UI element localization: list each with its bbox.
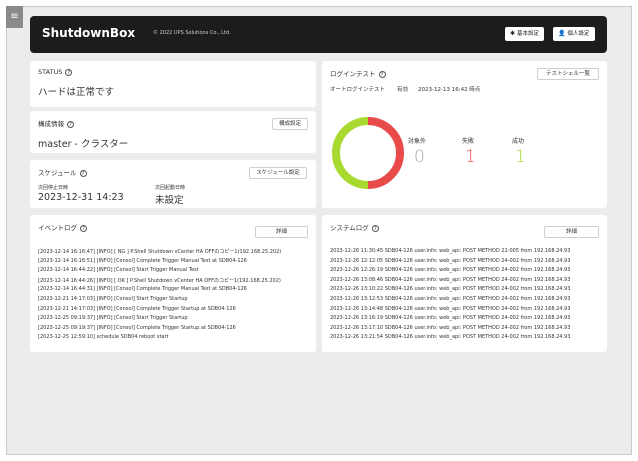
log-line: 2023-12-26 13:08:46 SDB04-126 user.info:… [330,276,571,283]
event-log-title: イベントログ? [38,222,87,232]
stat-label-failed: 失敗 [462,138,475,145]
login-test-title-text: ログインテスト [330,70,376,78]
donut-slice-success [332,117,369,189]
log-line: 2023-12-26 13:10:22 SDB04-126 user.info:… [330,286,571,293]
log-line: 2023-12-26 12:12:05 SDB04-126 user.info:… [330,257,571,264]
app-logo: ShutdownBox [42,26,136,40]
next-start-value: 未設定 [155,195,184,206]
system-log-card: システムログ? 詳細 2023-12-26 11:30:45 SDB04-126… [322,215,607,352]
help-icon[interactable]: ? [79,170,87,177]
stat-value-excluded: 0 [414,147,425,167]
log-line: 2023-12-26 12:26:19 SDB04-126 user.info:… [330,267,571,274]
log-line: [2023-12-25 12:59:10] schedule SDB04 reb… [38,334,169,341]
login-test-card: ログインテスト? テストシェル一覧 オートログインテスト 有効 2023-12-… [322,61,607,208]
auto-login-test-state: 有効 [397,87,409,93]
auto-login-test-time: 2023-12-13 16:42 時点 [418,87,481,93]
config-settings-button[interactable]: 構成設定 [272,118,308,130]
log-line: [2023-12-14 16:16:51] [INFO] [Consol] Co… [38,257,247,264]
login-result-donut [332,117,404,189]
user-icon: 👤 [558,30,566,37]
log-line: 2023-12-26 13:14:48 SDB04-126 user.info:… [330,305,571,312]
auto-login-test-label: オートログインテスト [330,87,386,93]
stat-value-success: 1 [515,147,526,167]
log-line: 2023-12-26 11:30:45 SDB04-126 user.info:… [330,248,571,254]
personal-settings-button[interactable]: 👤 個人設定 [553,27,595,41]
log-line: 2023-12-26 13:12:53 SDB04-126 user.info:… [330,296,571,302]
system-log-title-text: システムログ [330,224,369,232]
schedule-title-text: スケジュール [38,169,77,177]
event-log-title-text: イベントログ [38,224,77,232]
system-log-detail-button[interactable]: 詳細 [544,226,599,238]
status-text: ハードは正常です [38,87,115,98]
menu-toggle-icon[interactable]: ≡ [6,6,23,28]
log-line: 2023-12-26 13:17:10 SDB04-126 user.info:… [330,324,571,331]
help-icon[interactable]: ? [80,225,87,232]
help-icon[interactable]: ? [65,69,73,76]
stat-label-excluded: 対象外 [408,138,427,145]
basic-settings-button[interactable]: ✱ 基本設定 [505,27,545,41]
config-title: 構成情報? [38,118,74,128]
log-line: [2023-12-25 09:19:37] [INFO] [Consol] St… [38,315,188,322]
config-card: 構成情報? 構成設定 master - クラスター [30,111,316,153]
help-icon[interactable]: ? [378,71,386,78]
schedule-settings-button[interactable]: スケジュール設定 [249,167,307,179]
stat-value-failed: 1 [465,147,476,167]
log-line: 2023-12-26 13:16:19 SDB04-126 user.info:… [330,315,571,322]
event-log-card: イベントログ? 詳細 [2023-12-14 16:16:47] [INFO] … [30,215,316,352]
test-shell-list-button[interactable]: テストシェル一覧 [537,68,599,80]
next-start-label: 次回起動日時 [155,185,186,191]
gear-icon: ✱ [510,30,516,37]
help-icon[interactable]: ? [67,121,74,128]
personal-settings-label: 個人設定 [567,31,590,37]
basic-settings-label: 基本設定 [517,31,540,37]
copyright-text: © 2022 UPS Solutions Co., Ltd. [153,30,231,36]
event-log-detail-button[interactable]: 詳細 [255,226,308,238]
system-log-title: システムログ? [330,222,379,232]
log-line: [2023-12-14 16:16:47] [INFO] [ NG ] P.Sh… [38,249,282,255]
log-line: [2023-12-14 16:44:22] [INFO] [Consol] St… [38,267,199,274]
schedule-card: スケジュール? スケジュール設定 次回停止日時 2023-12-31 14:23… [30,160,316,208]
login-test-title: ログインテスト? [330,68,386,78]
config-value: master - クラスター [38,139,129,150]
status-title-text: STATUS [38,68,63,76]
log-line: [2023-12-14 16:44:31] [INFO] [Consol] Co… [38,286,247,293]
app-header: ShutdownBox © 2022 UPS Solutions Co., Lt… [30,16,607,53]
status-card: STATUS? ハードは正常です [30,61,316,107]
next-stop-value: 2023-12-31 14:23 [38,192,124,203]
config-title-text: 構成情報 [38,120,64,128]
help-icon[interactable]: ? [371,225,379,232]
stat-label-success: 成功 [512,138,525,145]
log-line: [2023-12-21 14:17:03] [INFO] [Consol] St… [38,296,188,302]
status-title: STATUS? [38,68,73,76]
schedule-title: スケジュール? [38,167,87,177]
log-line: 2023-12-26 13:21:54 SDB04-126 user.info:… [330,334,571,341]
donut-slice-failed [367,117,404,189]
next-stop-label: 次回停止日時 [38,185,69,191]
log-line: [2023-12-14 16:44:26] [INFO] [ OK ] P.Sh… [38,277,281,284]
log-line: [2023-12-25 09:19:37] [INFO] [Consol] Co… [38,324,236,331]
log-line: [2023-12-21 14:17:03] [INFO] [Consol] Co… [38,305,236,312]
